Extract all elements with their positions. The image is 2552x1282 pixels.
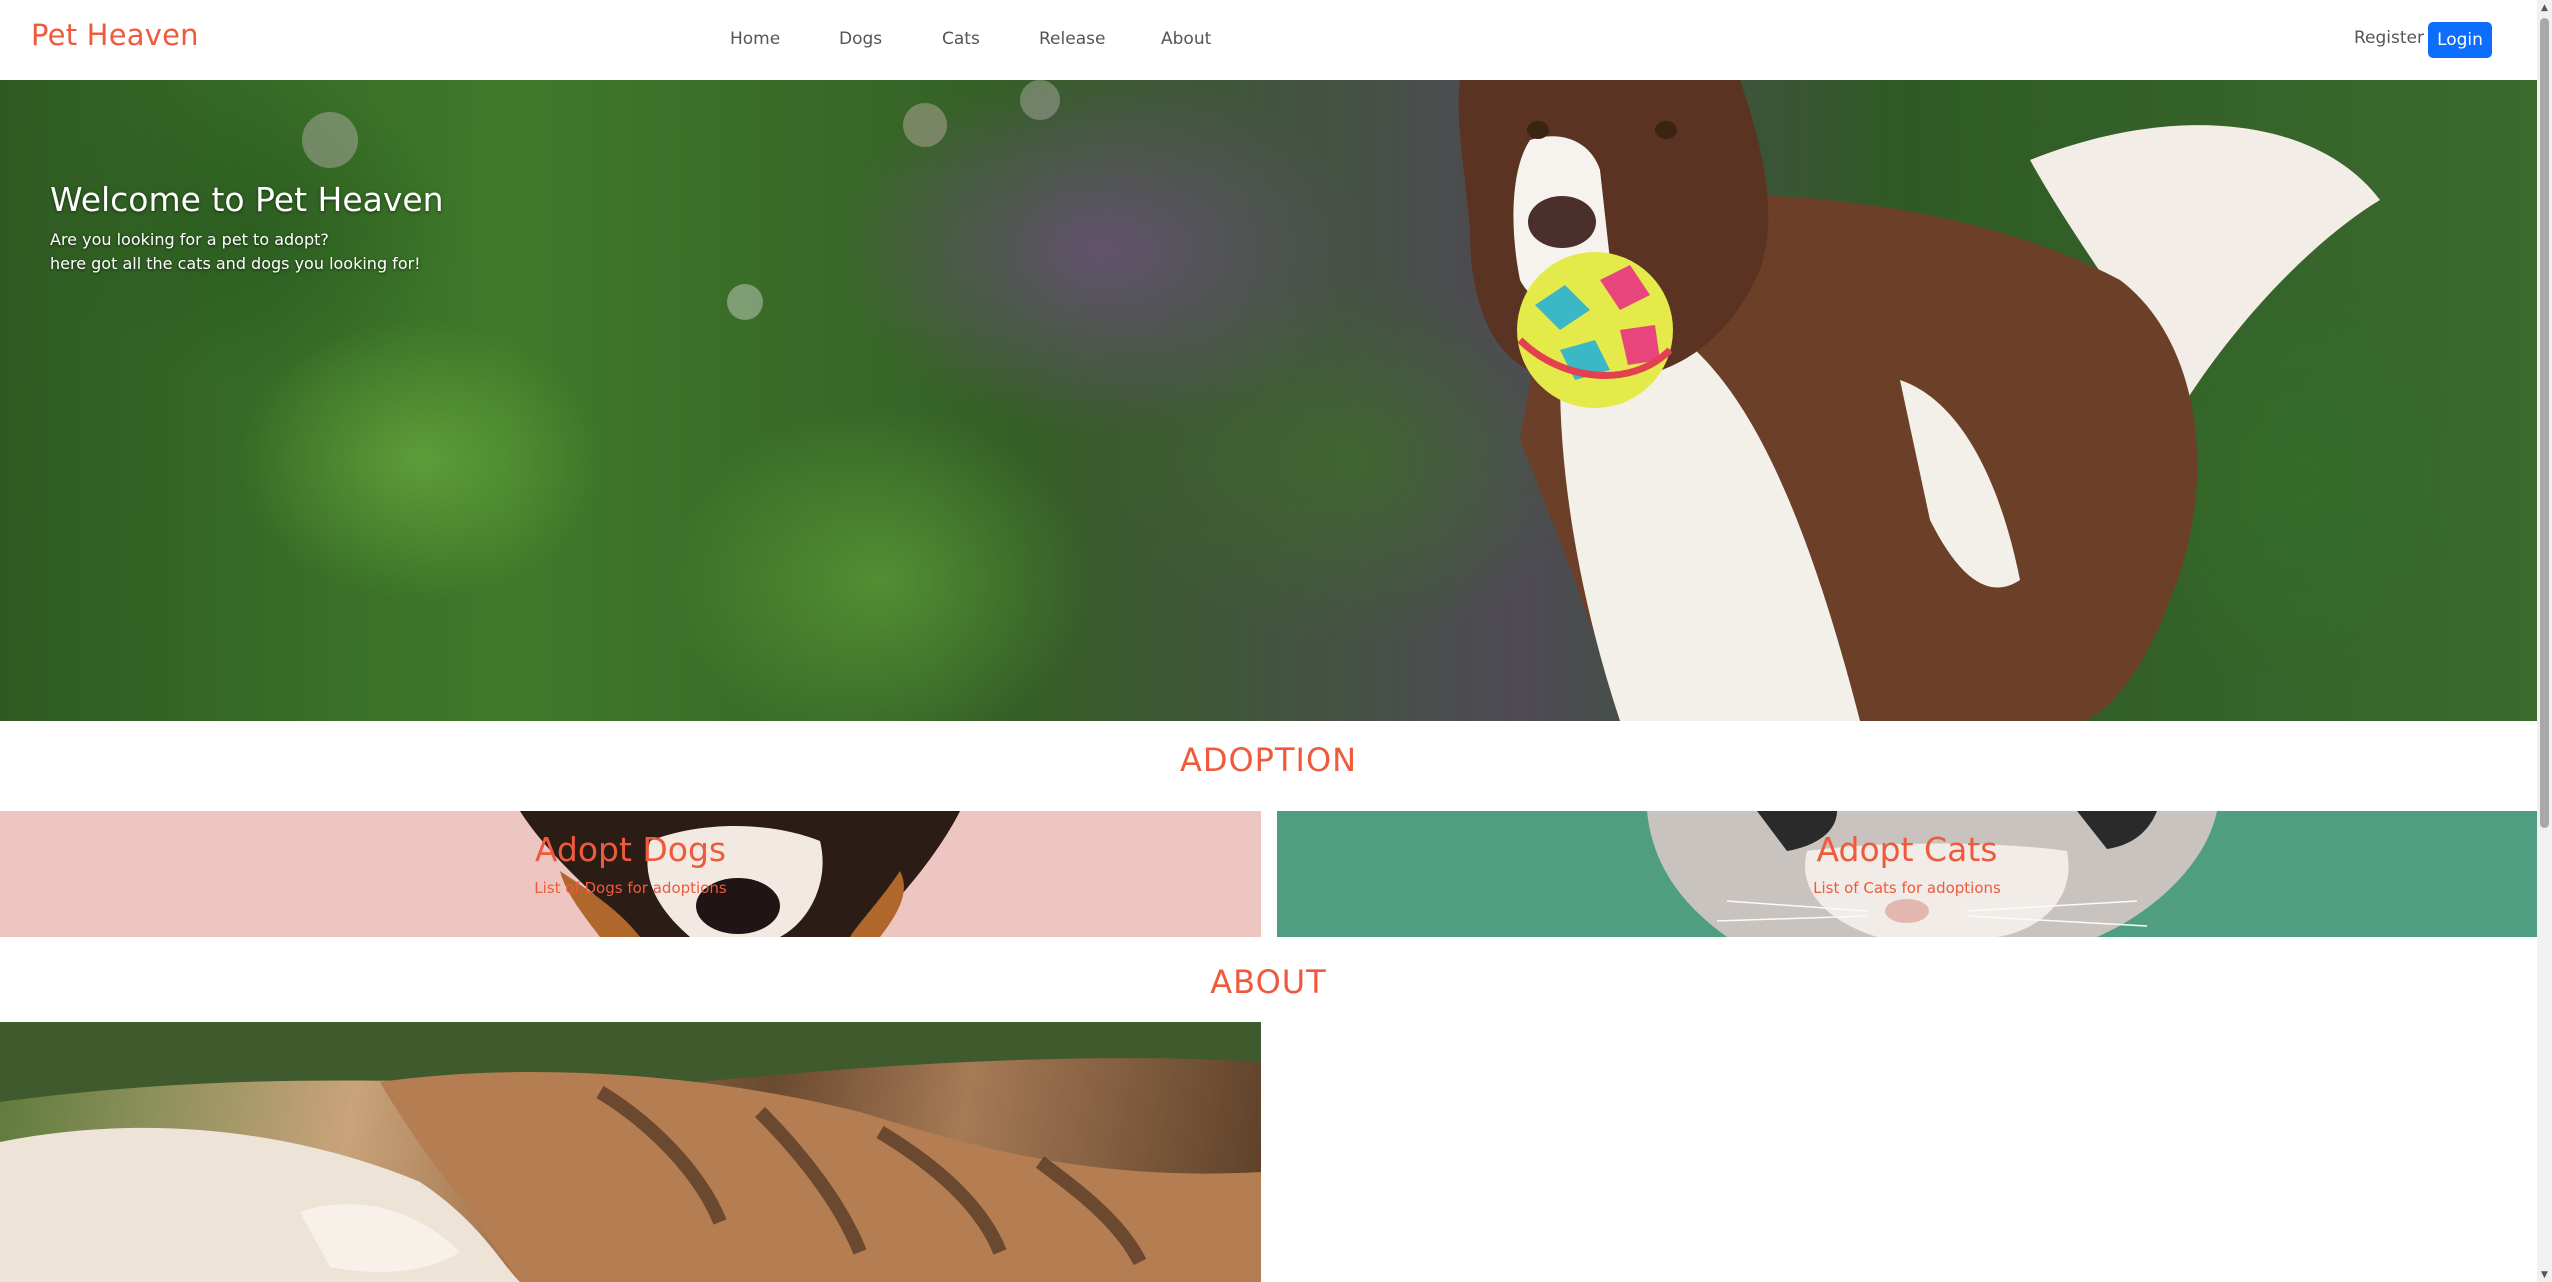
hero-banner: Welcome to Pet Heaven Are you looking fo…	[0, 80, 2537, 721]
cat-fur-illustration	[0, 1022, 1261, 1282]
hero-subtitle-line-2: here got all the cats and dogs you looki…	[50, 254, 421, 273]
adoption-heading: ADOPTION	[1179, 741, 1358, 779]
nav-cats[interactable]: Cats	[942, 29, 980, 49]
page-scrollbar[interactable]: ▲ ▼	[2537, 0, 2552, 1282]
login-button[interactable]: Login	[2428, 22, 2492, 58]
adopt-cats-title: Adopt Cats	[1816, 830, 1998, 869]
brand-logo[interactable]: Pet Heaven	[31, 18, 199, 52]
about-heading: ABOUT	[1210, 963, 1327, 1001]
top-navbar: Pet Heaven Home Dogs Cats Release About …	[0, 0, 2537, 80]
scroll-down-arrow-icon[interactable]: ▼	[2537, 1267, 2552, 1282]
about-cats-image	[0, 1022, 1261, 1282]
nav-about[interactable]: About	[1161, 29, 1211, 49]
scrollbar-thumb[interactable]	[2540, 18, 2549, 828]
hero-dog-image	[302, 80, 2380, 721]
adopt-cats-subtitle: List of Cats for adoptions	[1813, 879, 2001, 897]
adopt-dogs-card[interactable]: Adopt Dogs List of Dogs for adoptions	[0, 811, 1261, 937]
hero-subtitle: Are you looking for a pet to adopt? here…	[50, 228, 421, 276]
hero-subtitle-line-1: Are you looking for a pet to adopt?	[50, 230, 329, 249]
adopt-cats-card[interactable]: Adopt Cats List of Cats for adoptions	[1277, 811, 2537, 937]
register-link[interactable]: Register	[2354, 28, 2424, 48]
nav-dogs[interactable]: Dogs	[839, 29, 882, 49]
nav-release[interactable]: Release	[1039, 29, 1105, 49]
adopt-dogs-title: Adopt Dogs	[534, 830, 727, 869]
hero-title: Welcome to Pet Heaven	[50, 180, 444, 219]
scroll-up-arrow-icon[interactable]: ▲	[2537, 0, 2552, 15]
nav-home[interactable]: Home	[730, 29, 780, 49]
adopt-dogs-subtitle: List of Dogs for adoptions	[534, 879, 727, 897]
